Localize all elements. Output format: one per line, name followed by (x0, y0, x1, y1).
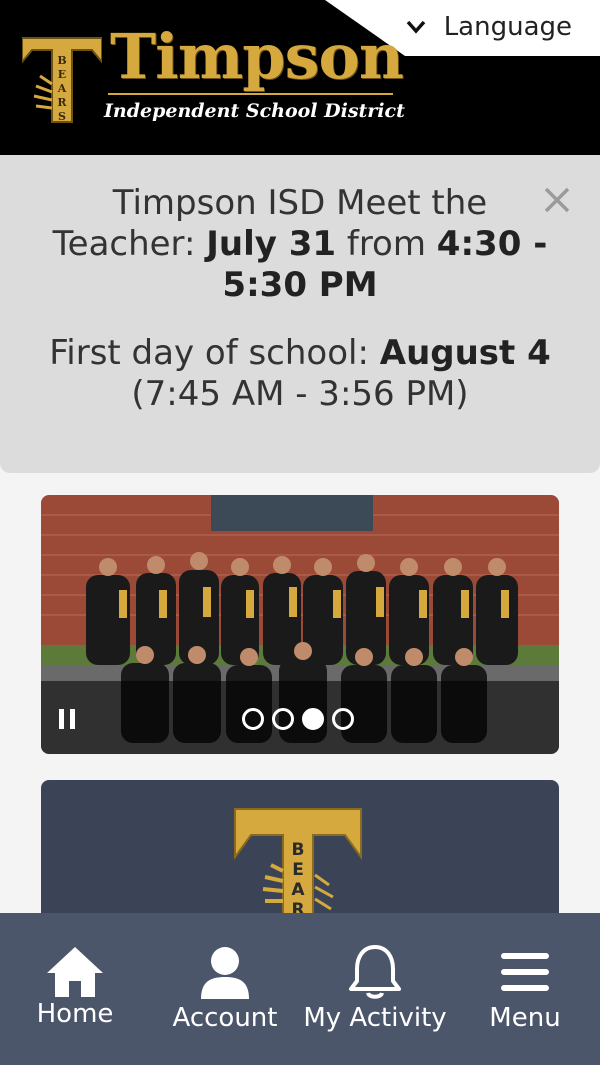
svg-text:B: B (57, 54, 66, 67)
slide-indicators (242, 708, 354, 730)
alert-line-5: (7:45 AM - 3:56 PM) (131, 374, 469, 414)
language-button[interactable]: Language (406, 12, 572, 42)
nav-label-my-activity: My Activity (303, 1003, 447, 1033)
nav-account[interactable]: Account (150, 913, 300, 1065)
svg-text:E: E (292, 860, 304, 880)
slide-dot-4[interactable] (332, 708, 354, 730)
photo-slideshow[interactable] (41, 495, 559, 754)
logo-divider (108, 93, 393, 95)
svg-text:R: R (57, 96, 67, 109)
nav-label-home: Home (36, 999, 114, 1029)
alert-text: Teacher: (52, 224, 207, 264)
slide-dot-3[interactable] (302, 708, 324, 730)
nav-menu[interactable]: Menu (450, 913, 600, 1065)
alert-text: First day of school: (49, 333, 380, 373)
bears-t-logo-icon: B E A R (234, 808, 362, 925)
nav-label-menu: Menu (489, 1003, 561, 1033)
alert-time: 5:30 PM (222, 265, 378, 305)
alert-banner: Timpson ISD Meet the Teacher: July 31 fr… (0, 155, 600, 473)
user-icon (201, 947, 249, 999)
nav-label-account: Account (172, 1003, 278, 1033)
logo-subtitle: Independent School District (104, 100, 405, 122)
svg-text:A: A (291, 880, 305, 900)
bell-icon (349, 945, 401, 999)
chevron-down-icon (406, 20, 425, 34)
svg-text:S: S (58, 110, 66, 123)
home-icon (47, 947, 103, 997)
hamburger-menu-icon (501, 953, 549, 991)
alert-line-1: Timpson ISD Meet the (112, 183, 488, 223)
pause-icon[interactable] (59, 709, 77, 729)
slide-dot-2[interactable] (272, 708, 294, 730)
alert-date: July 31 (206, 224, 337, 264)
alert-text: from (336, 224, 437, 264)
nav-my-activity[interactable]: My Activity (300, 913, 450, 1065)
site-header: Language B E A R S Timpson Independent S… (0, 0, 600, 155)
nav-home[interactable]: Home (0, 913, 150, 1065)
alert-time: 4:30 - (436, 224, 548, 264)
alert-line-2: Teacher: July 31 from 4:30 - (0, 224, 600, 264)
bears-t-logo-icon[interactable]: B E A R S (22, 36, 102, 126)
bottom-nav: Home Account My Activity Menu (0, 913, 600, 1065)
alert-line-3: 5:30 PM (0, 265, 600, 305)
svg-text:E: E (58, 68, 66, 81)
svg-text:B: B (292, 840, 305, 860)
svg-text:A: A (57, 82, 67, 95)
language-label: Language (443, 12, 572, 42)
slide-dot-1[interactable] (242, 708, 264, 730)
logo-wordmark[interactable]: Timpson (110, 26, 404, 88)
alert-date: August 4 (379, 333, 551, 373)
alert-line-4: First day of school: August 4 (0, 333, 600, 373)
